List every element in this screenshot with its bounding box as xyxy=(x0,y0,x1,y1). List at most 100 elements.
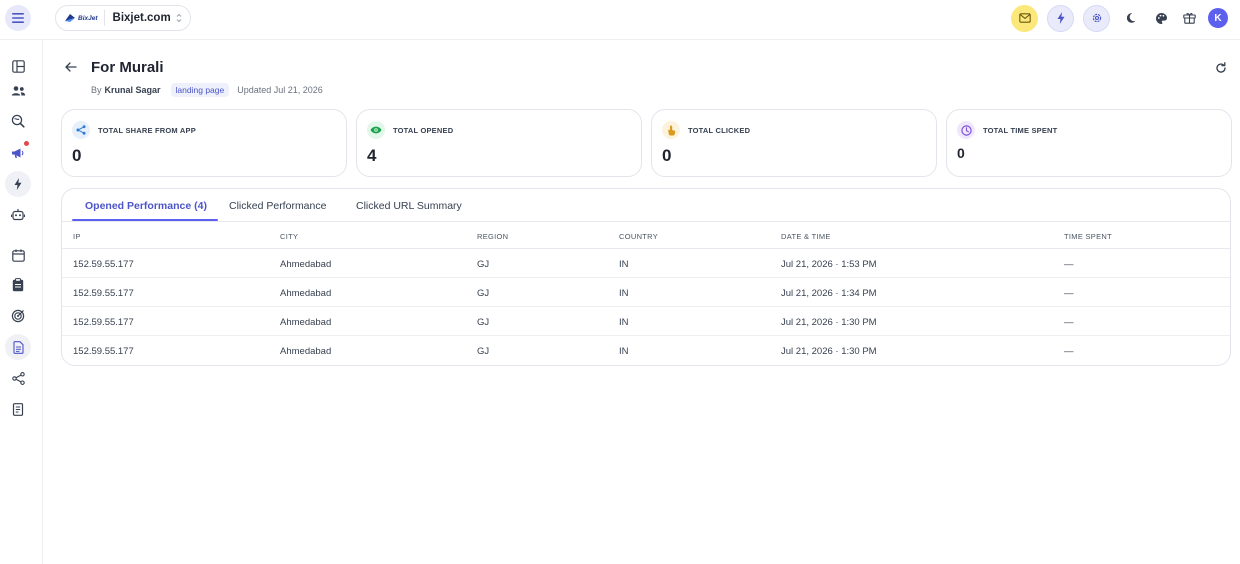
cell-country: IN xyxy=(619,346,629,357)
bixjet-logo-icon xyxy=(65,14,75,22)
sidebar-item-campaigns[interactable] xyxy=(5,140,31,166)
sidebar-item-share[interactable] xyxy=(5,365,31,391)
search-globe-icon xyxy=(11,114,25,128)
back-arrow-icon[interactable] xyxy=(65,62,77,72)
updated-timestamp: Updated Jul 21, 2026 xyxy=(237,85,323,95)
cell-time-spent: — xyxy=(1064,288,1074,299)
cell-ip: 152.59.55.177 xyxy=(73,288,134,299)
calendar-icon xyxy=(11,249,25,262)
sidebar-item-explore[interactable] xyxy=(5,108,31,134)
sidebar-item-contacts[interactable] xyxy=(5,78,31,104)
card-label: TOTAL TIME SPENT xyxy=(983,126,1058,135)
card-icon-wrap xyxy=(957,121,975,139)
column-header-region[interactable]: REGION xyxy=(477,232,508,241)
tab-opened-performance[interactable]: Opened Performance (4) xyxy=(85,200,207,212)
workspace-logo: BixJet xyxy=(64,10,105,26)
page-title: For Murali xyxy=(91,59,164,76)
card-icon-wrap xyxy=(72,121,90,139)
cell-city: Ahmedabad xyxy=(280,288,332,299)
table-row[interactable]: 152.59.55.177 Ahmedabad GJ IN Jul 21, 20… xyxy=(62,278,1230,307)
sidebar-item-reports[interactable] xyxy=(5,396,31,422)
lightning-icon xyxy=(14,178,22,190)
column-header-date-time[interactable]: DATE & TIME xyxy=(781,232,831,241)
cell-city: Ahmedabad xyxy=(280,317,332,328)
share-icon xyxy=(11,371,25,385)
page-type-tag: landing page xyxy=(170,83,230,97)
theme-toggle-button[interactable] xyxy=(1122,7,1144,29)
gift-button[interactable] xyxy=(1178,7,1200,29)
card-label: TOTAL SHARE FROM APP xyxy=(98,126,196,135)
performance-panel: Opened Performance (4) Clicked Performan… xyxy=(61,188,1231,366)
eye-icon xyxy=(370,126,382,134)
tab-clicked-performance[interactable]: Clicked Performance xyxy=(229,200,326,212)
workspace-switcher[interactable]: BixJet Bixjet.com xyxy=(55,5,191,31)
palette-button[interactable] xyxy=(1150,7,1172,29)
sidebar xyxy=(0,40,43,564)
palette-icon xyxy=(1155,12,1167,24)
cell-date-time: Jul 21, 2026 · 1:30 PM xyxy=(781,317,877,328)
cell-country: IN xyxy=(619,288,629,299)
settings-button[interactable] xyxy=(1083,4,1110,32)
share-icon xyxy=(76,125,86,135)
card-value: 0 xyxy=(72,146,82,165)
tab-clicked-url-summary[interactable]: Clicked URL Summary xyxy=(356,200,462,212)
cell-date-time: Jul 21, 2026 · 1:53 PM xyxy=(781,259,877,270)
stat-card-total-time-spent: TOTAL TIME SPENT 0 xyxy=(946,109,1232,177)
hamburger-icon xyxy=(12,13,24,23)
sidebar-item-automation[interactable] xyxy=(5,171,31,197)
document-icon xyxy=(12,340,24,354)
card-icon-wrap xyxy=(367,121,385,139)
column-header-country[interactable]: COUNTRY xyxy=(619,232,658,241)
sidebar-item-documents[interactable] xyxy=(5,334,31,360)
column-header-city[interactable]: CITY xyxy=(280,232,298,241)
card-value: 0 xyxy=(957,145,965,161)
cell-region: GJ xyxy=(477,346,490,357)
user-avatar[interactable]: K xyxy=(1208,8,1228,28)
by-label: By xyxy=(91,85,102,95)
table-row[interactable]: 152.59.55.177 Ahmedabad GJ IN Jul 21, 20… xyxy=(62,307,1230,336)
stat-card-total-share: TOTAL SHARE FROM APP 0 xyxy=(61,109,347,177)
cell-time-spent: — xyxy=(1064,346,1074,357)
cell-date-time: Jul 21, 2026 · 1:34 PM xyxy=(781,288,877,299)
robot-icon xyxy=(11,208,25,220)
cell-city: Ahmedabad xyxy=(280,346,332,357)
column-header-ip[interactable]: IP xyxy=(73,232,81,241)
quick-actions-button[interactable] xyxy=(1047,4,1074,32)
workspace-logo-text: BixJet xyxy=(78,14,98,22)
pointer-icon xyxy=(667,125,675,135)
sidebar-item-bots[interactable] xyxy=(5,201,31,227)
lightning-icon xyxy=(1057,12,1064,24)
mail-button[interactable] xyxy=(1011,4,1038,32)
stat-cards: TOTAL SHARE FROM APP 0 TOTAL OPENED 4 TO… xyxy=(61,109,1232,177)
cell-country: IN xyxy=(619,317,629,328)
sidebar-item-dashboard[interactable] xyxy=(5,53,31,79)
card-icon-wrap xyxy=(662,121,680,139)
tab-bar: Opened Performance (4) Clicked Performan… xyxy=(62,189,1230,222)
card-value: 4 xyxy=(367,146,377,165)
receipt-icon xyxy=(12,402,24,416)
clipboard-icon xyxy=(12,278,24,292)
cell-time-spent: — xyxy=(1064,317,1074,328)
sidebar-item-calendar[interactable] xyxy=(5,242,31,268)
gift-icon xyxy=(1182,13,1196,24)
users-icon xyxy=(11,86,25,96)
mail-icon xyxy=(1018,13,1031,23)
menu-toggle-button[interactable] xyxy=(5,5,31,31)
sidebar-item-goals[interactable] xyxy=(5,303,31,329)
cell-region: GJ xyxy=(477,317,490,328)
notification-badge xyxy=(23,140,30,147)
sidebar-item-tasks[interactable] xyxy=(5,272,31,298)
topbar-actions: K xyxy=(1002,4,1228,32)
target-icon xyxy=(11,309,25,323)
page-meta: By Krunal Sagar landing page Updated Jul… xyxy=(91,83,323,97)
refresh-icon[interactable] xyxy=(1215,62,1227,74)
column-header-time-spent[interactable]: TIME SPENT xyxy=(1064,232,1112,241)
cell-region: GJ xyxy=(477,259,490,270)
workspace-name: Bixjet.com xyxy=(112,12,171,24)
top-bar: BixJet Bixjet.com K xyxy=(0,0,1240,40)
card-label: TOTAL OPENED xyxy=(393,126,454,135)
table-row[interactable]: 152.59.55.177 Ahmedabad GJ IN Jul 21, 20… xyxy=(62,336,1230,365)
stat-card-total-opened: TOTAL OPENED 4 xyxy=(356,109,642,177)
cell-time-spent: — xyxy=(1064,259,1074,270)
table-row[interactable]: 152.59.55.177 Ahmedabad GJ IN Jul 21, 20… xyxy=(62,249,1230,278)
